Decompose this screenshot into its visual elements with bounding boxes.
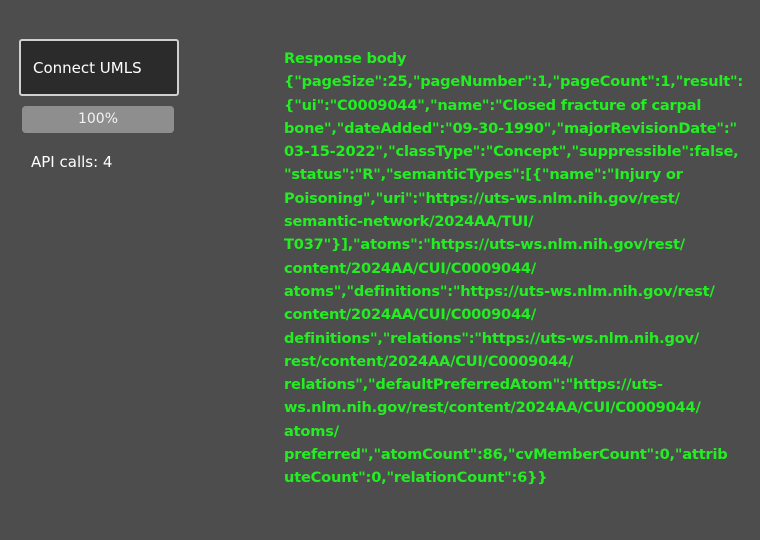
response-line: content/2024AA/CUI/C0009044/ [284,259,537,277]
response-line: definitions","relations":"https://uts-ws… [284,329,699,347]
response-line: 03-15-2022","classType":"Concept","suppr… [284,143,739,161]
response-line: semantic-network/2024AA/TUI/ [284,213,534,231]
response-line: Poisoning","uri":"https://uts-ws.nlm.nih… [284,189,680,207]
response-line: relations","defaultPreferredAtom":"https… [284,376,663,394]
response-line: atoms","definitions":"https://uts-ws.nlm… [284,282,715,300]
response-line: T037"}],"atoms":"https://uts-ws.nlm.nih.… [284,236,685,254]
response-line: rest/content/2024AA/CUI/C0009044/ [284,352,574,370]
api-calls-count: API calls: 4 [31,153,113,171]
response-line: "status":"R","semanticTypes":[{"name":"I… [284,166,683,184]
response-line: bone","dateAdded":"09-30-1990","majorRev… [284,119,737,137]
response-line: content/2024AA/CUI/C0009044/ [284,306,537,324]
response-title: Response body [284,50,407,67]
response-line: {"pageSize":25,"pageNumber":1,"pageCount… [284,73,744,91]
response-line: atoms/ [284,422,339,440]
progress-label: 100% [77,111,119,127]
response-line: preferred","atomCount":86,"cvMemberCount… [284,446,728,464]
response-body: Response body {"pageSize":25,"pageNumber… [284,47,743,490]
response-line: ws.nlm.nih.gov/rest/content/2024AA/CUI/C… [284,399,701,417]
connect-umls-button[interactable]: Connect UMLS [19,39,179,96]
response-line: {"ui":"C0009044","name":"Closed fracture… [284,96,702,114]
progress-bar: 100% [22,106,174,133]
response-line: uteCount":0,"relationCount":6}} [284,469,548,487]
connect-umls-label: Connect UMLS [33,59,142,77]
